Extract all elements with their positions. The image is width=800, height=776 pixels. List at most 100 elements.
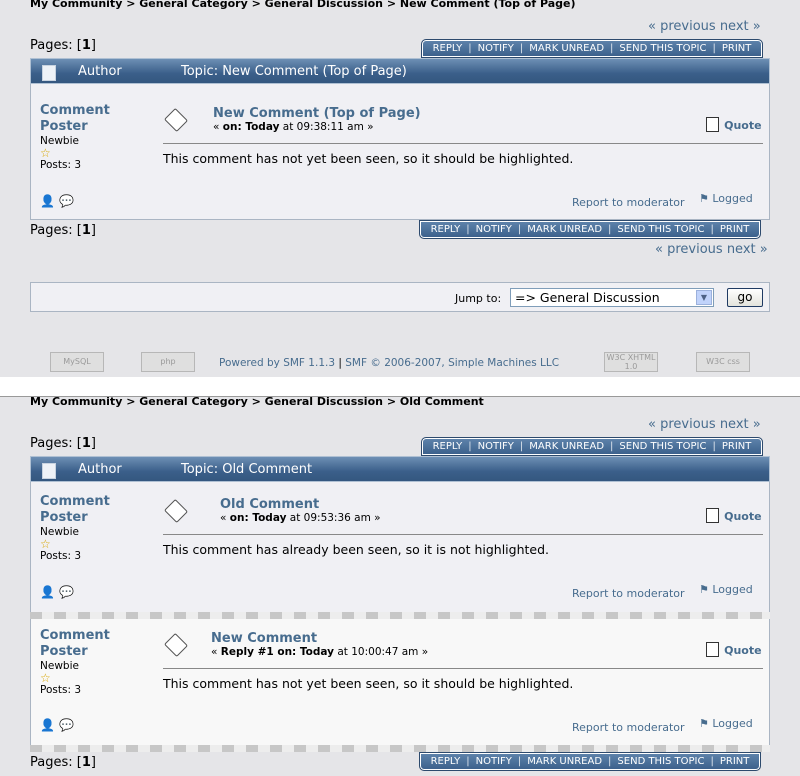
reply-button[interactable]: REPLY xyxy=(425,756,467,767)
previous-link[interactable]: « previous xyxy=(648,19,716,34)
css-badge[interactable]: W3C css xyxy=(696,352,750,372)
post-meta: « on: Today at 09:53:36 am » xyxy=(220,512,381,524)
pagination: Pages: [1] xyxy=(30,38,96,53)
post-separator xyxy=(30,612,770,619)
post-subject[interactable]: New Comment (Top of Page) xyxy=(213,106,421,121)
poster-info: Comment Poster Newbie ☆ Posts: 3 xyxy=(40,628,110,696)
poster-name[interactable]: Comment Poster xyxy=(40,628,110,660)
send-topic-button[interactable]: SEND THIS TOPIC xyxy=(613,441,712,452)
profile-icon[interactable]: 👤 xyxy=(40,585,55,599)
post-meta: « on: Today at 09:38:11 am » xyxy=(213,121,374,133)
pagination-bottom-2: Pages: [1] xyxy=(30,755,96,770)
post-meta: « Reply #1 on: Today at 10:00:47 am » xyxy=(211,646,429,658)
print-button[interactable]: PRINT xyxy=(714,224,756,235)
xhtml-badge[interactable]: W3C XHTML 1.0 xyxy=(604,352,658,372)
quote-icon xyxy=(706,117,719,132)
next-link[interactable]: next » xyxy=(720,417,761,432)
quote-button[interactable]: Quote xyxy=(706,114,762,133)
previous-link[interactable]: « previous xyxy=(648,417,716,432)
topic-actions-top-2: REPLY | NOTIFY | MARK UNREAD | SEND THIS TO… xyxy=(421,437,763,456)
breadcrumb-2: My Community > General Category > Genera… xyxy=(30,395,484,408)
breadcrumb-link[interactable]: General Category xyxy=(139,395,247,408)
reply-button[interactable]: REPLY xyxy=(427,441,469,452)
topic-header-2: Author Topic: Old Comment xyxy=(30,456,770,482)
print-button[interactable]: PRINT xyxy=(714,756,756,767)
previous-link[interactable]: « previous xyxy=(655,242,723,257)
post-divider xyxy=(163,534,763,535)
reply-button[interactable]: REPLY xyxy=(427,43,469,54)
logged-ip: ⚑ Logged xyxy=(699,192,753,205)
post-body: This comment has not yet been seen, so i… xyxy=(163,676,574,691)
post-subject[interactable]: Old Comment xyxy=(220,497,319,512)
breadcrumb-current[interactable]: New Comment (Top of Page) xyxy=(400,0,576,10)
breadcrumb-current[interactable]: Old Comment xyxy=(400,395,484,408)
send-topic-button[interactable]: SEND THIS TOPIC xyxy=(613,43,712,54)
poster-name[interactable]: Comment Poster xyxy=(40,494,110,526)
star-icon: ☆ xyxy=(40,671,51,685)
pagination-bottom: Pages: [1] xyxy=(30,223,96,238)
post-subject[interactable]: New Comment xyxy=(211,631,317,646)
pagination-2: Pages: [1] xyxy=(30,436,96,451)
profile-icon[interactable]: 👤 xyxy=(40,194,55,208)
quote-button[interactable]: Quote xyxy=(706,639,762,658)
send-topic-button[interactable]: SEND THIS TOPIC xyxy=(611,756,710,767)
topic-actions-bottom-2: REPLY | NOTIFY | MARK UNREAD | SEND THIS TO… xyxy=(419,752,761,771)
topic-actions-bottom: REPLY | NOTIFY | MARK UNREAD | SEND THIS TO… xyxy=(419,220,761,239)
message-bubble-icon[interactable]: 💬 xyxy=(59,194,74,208)
page-number[interactable]: 1 xyxy=(82,223,91,238)
reply-button[interactable]: REPLY xyxy=(425,224,467,235)
star-icon: ☆ xyxy=(40,146,51,160)
mark-unread-button[interactable]: MARK UNREAD xyxy=(523,43,610,54)
print-button[interactable]: PRINT xyxy=(716,441,758,452)
mark-unread-button[interactable]: MARK UNREAD xyxy=(523,441,610,452)
logged-icon: ⚑ xyxy=(699,583,709,596)
topic-icon xyxy=(42,463,56,479)
post-separator xyxy=(30,745,770,752)
mark-unread-button[interactable]: MARK UNREAD xyxy=(521,224,608,235)
page-number[interactable]: 1 xyxy=(82,38,91,53)
print-button[interactable]: PRINT xyxy=(716,43,758,54)
message-bubble-icon[interactable]: 💬 xyxy=(59,585,74,599)
poster-info: Comment Poster Newbie ☆ Posts: 3 xyxy=(40,103,110,171)
post: Comment Poster Newbie ☆ Posts: 3 New Comm… xyxy=(30,84,770,220)
breadcrumb-link[interactable]: General Category xyxy=(139,0,247,10)
profile-icon[interactable]: 👤 xyxy=(40,718,55,732)
footer-credits: Powered by SMF 1.1.3 | SMF © 2006-2007, … xyxy=(219,357,560,369)
breadcrumb-link[interactable]: General Discussion xyxy=(265,0,383,10)
next-link[interactable]: next » xyxy=(727,242,768,257)
mark-unread-button[interactable]: MARK UNREAD xyxy=(521,756,608,767)
breadcrumb-link[interactable]: General Discussion xyxy=(265,395,383,408)
php-badge[interactable]: php xyxy=(141,352,195,372)
mysql-badge[interactable]: MySQL xyxy=(50,352,104,372)
jump-to-select[interactable]: => General Discussion ▼ xyxy=(510,288,714,307)
page-number[interactable]: 1 xyxy=(82,436,91,451)
copyright-link[interactable]: SMF © 2006-2007, Simple Machines LLC xyxy=(345,357,559,369)
notify-button[interactable]: NOTIFY xyxy=(470,224,518,235)
notify-button[interactable]: NOTIFY xyxy=(470,756,518,767)
quote-button[interactable]: Quote xyxy=(706,505,762,524)
report-to-moderator-link[interactable]: Report to moderator xyxy=(572,721,685,734)
send-topic-button[interactable]: SEND THIS TOPIC xyxy=(611,224,710,235)
topic-title: Topic: New Comment (Top of Page) xyxy=(181,64,407,79)
post-body: This comment has already been seen, so i… xyxy=(163,542,550,557)
notify-button[interactable]: NOTIFY xyxy=(472,43,520,54)
page-number[interactable]: 1 xyxy=(82,755,91,770)
screenshot-separator xyxy=(0,377,800,397)
report-to-moderator-link[interactable]: Report to moderator xyxy=(572,587,685,600)
powered-by-link[interactable]: Powered by SMF 1.1.3 xyxy=(219,357,335,369)
report-to-moderator-link[interactable]: Report to moderator xyxy=(572,196,685,209)
post-new: Comment Poster Newbie ☆ Posts: 3 New Comm… xyxy=(30,619,770,745)
prev-next-nav-bottom: « previous next » xyxy=(655,242,768,257)
post-old: Comment Poster Newbie ☆ Posts: 3 Old Comm… xyxy=(30,482,770,612)
breadcrumb-link[interactable]: My Community xyxy=(30,0,122,10)
message-bubble-icon[interactable]: 💬 xyxy=(59,718,74,732)
poster-name[interactable]: Comment Poster xyxy=(40,103,110,135)
quote-icon xyxy=(706,508,719,523)
next-link[interactable]: next » xyxy=(720,19,761,34)
topic-actions-top: REPLY | NOTIFY | MARK UNREAD | SEND THIS TO… xyxy=(421,39,763,58)
notify-button[interactable]: NOTIFY xyxy=(472,441,520,452)
poster-post-count: Posts: 3 xyxy=(40,550,81,562)
breadcrumb: My Community > General Category > Genera… xyxy=(30,0,576,10)
go-button[interactable]: go xyxy=(727,288,763,307)
breadcrumb-link[interactable]: My Community xyxy=(30,395,122,408)
